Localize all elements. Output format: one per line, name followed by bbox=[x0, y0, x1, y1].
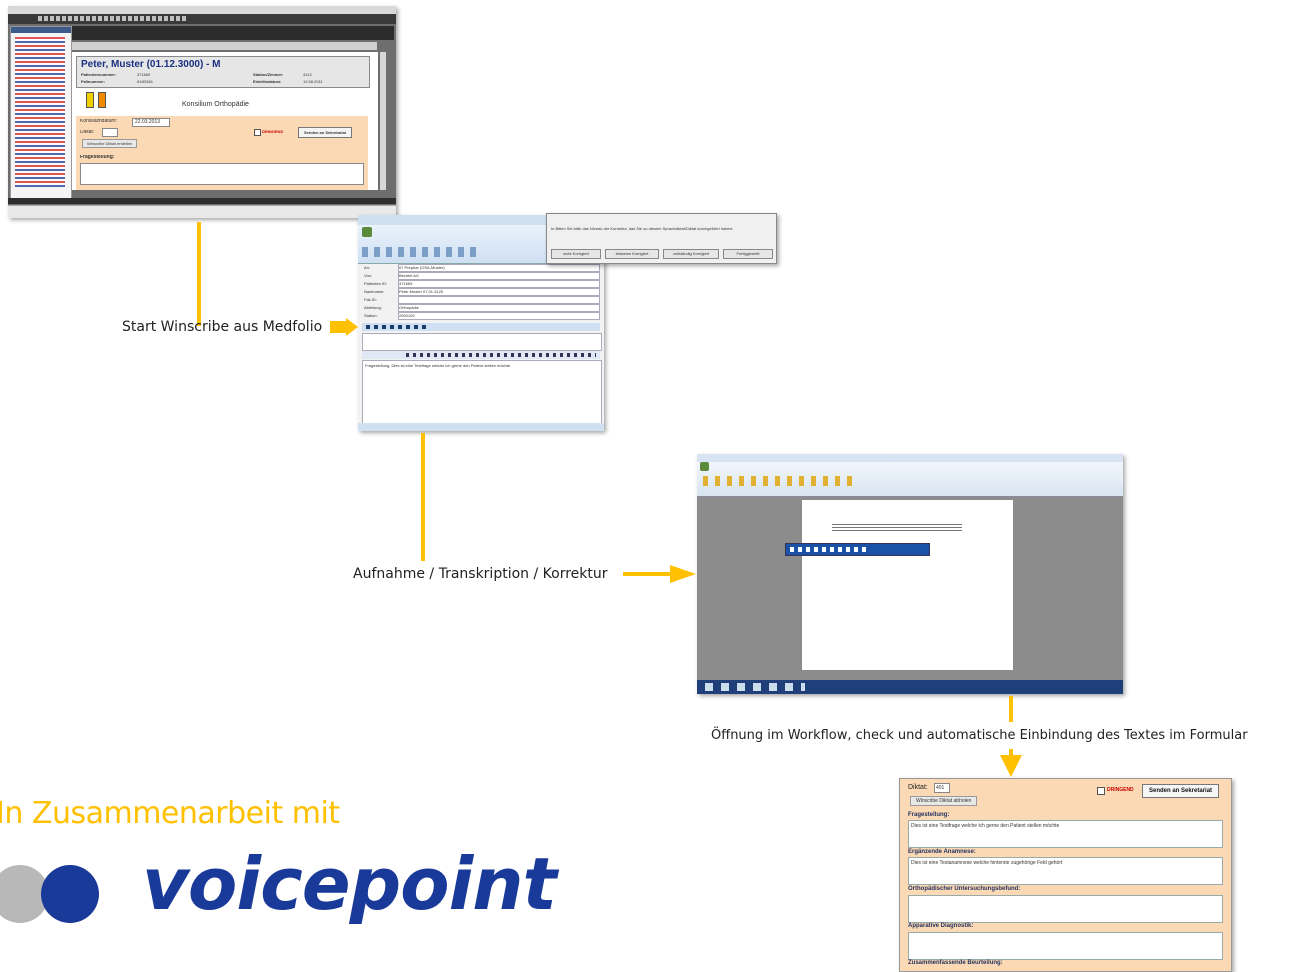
field-abteilung[interactable]: Orthopädie bbox=[398, 304, 600, 312]
winscribe-create-button[interactable]: Winscribe Diktat erstellen bbox=[82, 139, 138, 148]
step-1-caption: Start Winscribe aus Medfolio bbox=[122, 319, 323, 335]
result-diagnostik-field[interactable] bbox=[908, 932, 1223, 960]
field-von[interactable]: Bechtel AG bbox=[398, 272, 600, 280]
patient-header: Peter, Muster (01.12.3000) - M bbox=[81, 59, 221, 70]
editor-toolbar[interactable] bbox=[362, 351, 600, 359]
patient-info-box: Peter, Muster (01.12.3000) - M Patienten… bbox=[76, 56, 370, 88]
correction-dialog: In Bitten Sie bitte das Niveau der Korre… bbox=[546, 213, 777, 264]
document-page[interactable] bbox=[802, 500, 1013, 670]
field-station[interactable]: 2500109 bbox=[398, 312, 600, 320]
workflow-screenshot bbox=[697, 454, 1123, 694]
result-fragestellung-field[interactable]: Dies ist eine Testfrage welche ich gerne… bbox=[908, 820, 1223, 848]
btn-fertiggestellt[interactable]: Fertiggestellt bbox=[723, 249, 773, 259]
result-anamnese-field[interactable]: Dies ist eine Testanamnese welche hinter… bbox=[908, 857, 1223, 885]
konsilium-form: Konsiliumdatum: 22.03.2013 Diktat: Winsc… bbox=[76, 116, 368, 190]
btn-nicht-korrigiert[interactable]: nicht Korrigiert bbox=[551, 249, 601, 259]
result-dringend-checkbox[interactable] bbox=[1097, 787, 1105, 795]
fragestellung-field[interactable] bbox=[80, 163, 364, 185]
flow-arrow-2-horizontal bbox=[623, 572, 673, 576]
result-winscribe-button[interactable]: Winscribe Diktat abholen bbox=[910, 796, 978, 806]
flow-arrow-1-vertical bbox=[197, 222, 201, 326]
workflow-app-icon[interactable] bbox=[700, 462, 709, 471]
player-widget[interactable] bbox=[785, 543, 930, 556]
navigation-tree[interactable] bbox=[10, 26, 72, 200]
medfolio-screenshot: Peter, Muster (01.12.3000) - M Patienten… bbox=[8, 6, 396, 218]
dringend-checkbox[interactable] bbox=[254, 129, 261, 136]
status-marker-orange bbox=[98, 92, 106, 108]
flow-arrow-4-head bbox=[1000, 755, 1022, 777]
playback-bar[interactable] bbox=[362, 323, 600, 331]
winscribe-fields: An: Von: Patienten ID: Nachname: Fall-ID… bbox=[362, 264, 600, 325]
field-patient-id[interactable]: 371669 bbox=[398, 280, 600, 288]
flow-arrow-2-vertical bbox=[421, 433, 425, 561]
winscribe-app-icon[interactable] bbox=[362, 227, 372, 237]
field-fall-id[interactable] bbox=[398, 296, 600, 304]
result-send-button[interactable]: Senden an Sekretariat bbox=[1142, 784, 1220, 798]
voicepoint-logo-text: voicepoint bbox=[142, 842, 557, 926]
workflow-ribbon bbox=[697, 462, 1123, 497]
diktat-field[interactable] bbox=[102, 128, 118, 137]
field-nachname[interactable]: Peter Muster 07.01.3125 bbox=[398, 288, 600, 296]
flow-arrow-3-vertical bbox=[1009, 696, 1013, 722]
medfolio-main-panel: Peter, Muster (01.12.3000) - M Patienten… bbox=[72, 52, 378, 190]
result-diktat-field[interactable]: 401 bbox=[934, 783, 950, 793]
voicepoint-logo-icon bbox=[0, 865, 99, 923]
correction-dialog-text: In Bitten Sie bitte das Niveau der Korre… bbox=[551, 226, 734, 231]
partner-text: In Zusammenarbeit mit bbox=[0, 796, 340, 831]
toolbar-icons bbox=[38, 16, 188, 21]
konsiliumdatum-field[interactable]: 22.03.2013 bbox=[132, 118, 170, 127]
btn-teilweise-korrigiert[interactable]: teilweise Korrigiert bbox=[605, 249, 659, 259]
form-title: Konsilium Orthopädie bbox=[182, 101, 249, 108]
winscribe-notes[interactable] bbox=[362, 333, 602, 351]
step-3-caption: Öffnung im Workflow, check und automatis… bbox=[711, 728, 1248, 743]
btn-vollstaendig-korrigiert[interactable]: vollständig Korrigiert bbox=[663, 249, 719, 259]
result-form-screenshot: Diktat: 401 Winscribe Diktat abholen DRI… bbox=[899, 778, 1232, 972]
status-marker-yellow bbox=[86, 92, 94, 108]
field-an[interactable]: 07 Prepbar (OSA-Muster) bbox=[398, 264, 600, 272]
send-to-secretary-button[interactable]: Senden an Sekretariat bbox=[298, 127, 353, 138]
flow-arrow-2-head bbox=[670, 565, 696, 583]
result-befund-field[interactable] bbox=[908, 895, 1223, 923]
transcription-editor[interactable]: Fragestellung. Dies ist eine Testfrage w… bbox=[362, 360, 602, 424]
flow-arrow-1-head bbox=[330, 318, 358, 336]
step-2-caption: Aufnahme / Transkription / Korrektur bbox=[353, 566, 608, 582]
